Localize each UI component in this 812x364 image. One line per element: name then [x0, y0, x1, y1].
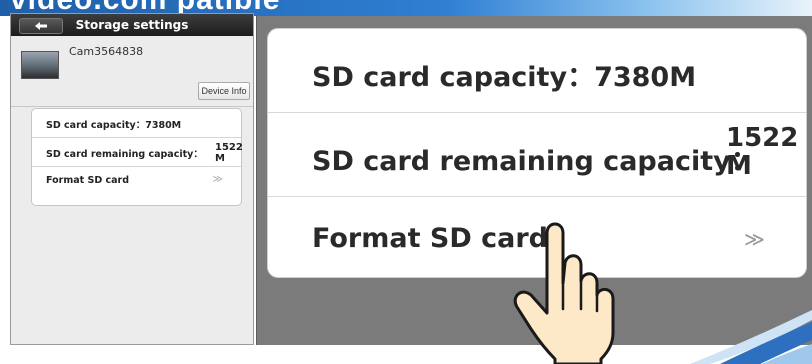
zoom-remaining-value: 1522 M	[726, 123, 799, 181]
camera-name: Cam3564838	[69, 45, 144, 58]
pointing-hand-icon	[513, 222, 615, 364]
device-info-button[interactable]: Device Info	[198, 82, 250, 100]
app-header: Storage settings	[11, 14, 253, 36]
chevron-right-icon: ≫	[744, 229, 765, 251]
camera-thumbnail	[21, 51, 59, 79]
phone-screen: Storage settings Cam3564838 Device Info …	[10, 13, 254, 345]
chevron-right-icon: ≫	[212, 174, 223, 185]
remaining-value: 1522 M	[215, 142, 243, 164]
zoom-capacity-label: SD card capacity：7380M	[312, 62, 697, 93]
remaining-label: SD card remaining capacity：	[46, 149, 203, 160]
format-sd-row[interactable]: Format SD card ≫	[32, 167, 241, 196]
zoom-remaining-row: SD card remaining capacity： 1522 M	[268, 113, 806, 197]
zoom-remaining-label: SD card remaining capacity：	[312, 146, 758, 177]
format-label: Format SD card	[46, 175, 130, 186]
capacity-label: SD card capacity：7380M	[46, 120, 182, 131]
back-button[interactable]	[19, 18, 63, 34]
storage-card: SD card capacity：7380M SD card remaining…	[31, 108, 243, 206]
decorative-swoosh	[690, 310, 812, 364]
camera-row: Cam3564838 Device Info	[11, 36, 253, 107]
capacity-row: SD card capacity：7380M	[32, 109, 241, 138]
zoom-capacity-row: SD card capacity：7380M	[268, 29, 806, 113]
remaining-row: SD card remaining capacity： 1522 M	[32, 138, 243, 167]
back-arrow-icon	[35, 22, 47, 30]
